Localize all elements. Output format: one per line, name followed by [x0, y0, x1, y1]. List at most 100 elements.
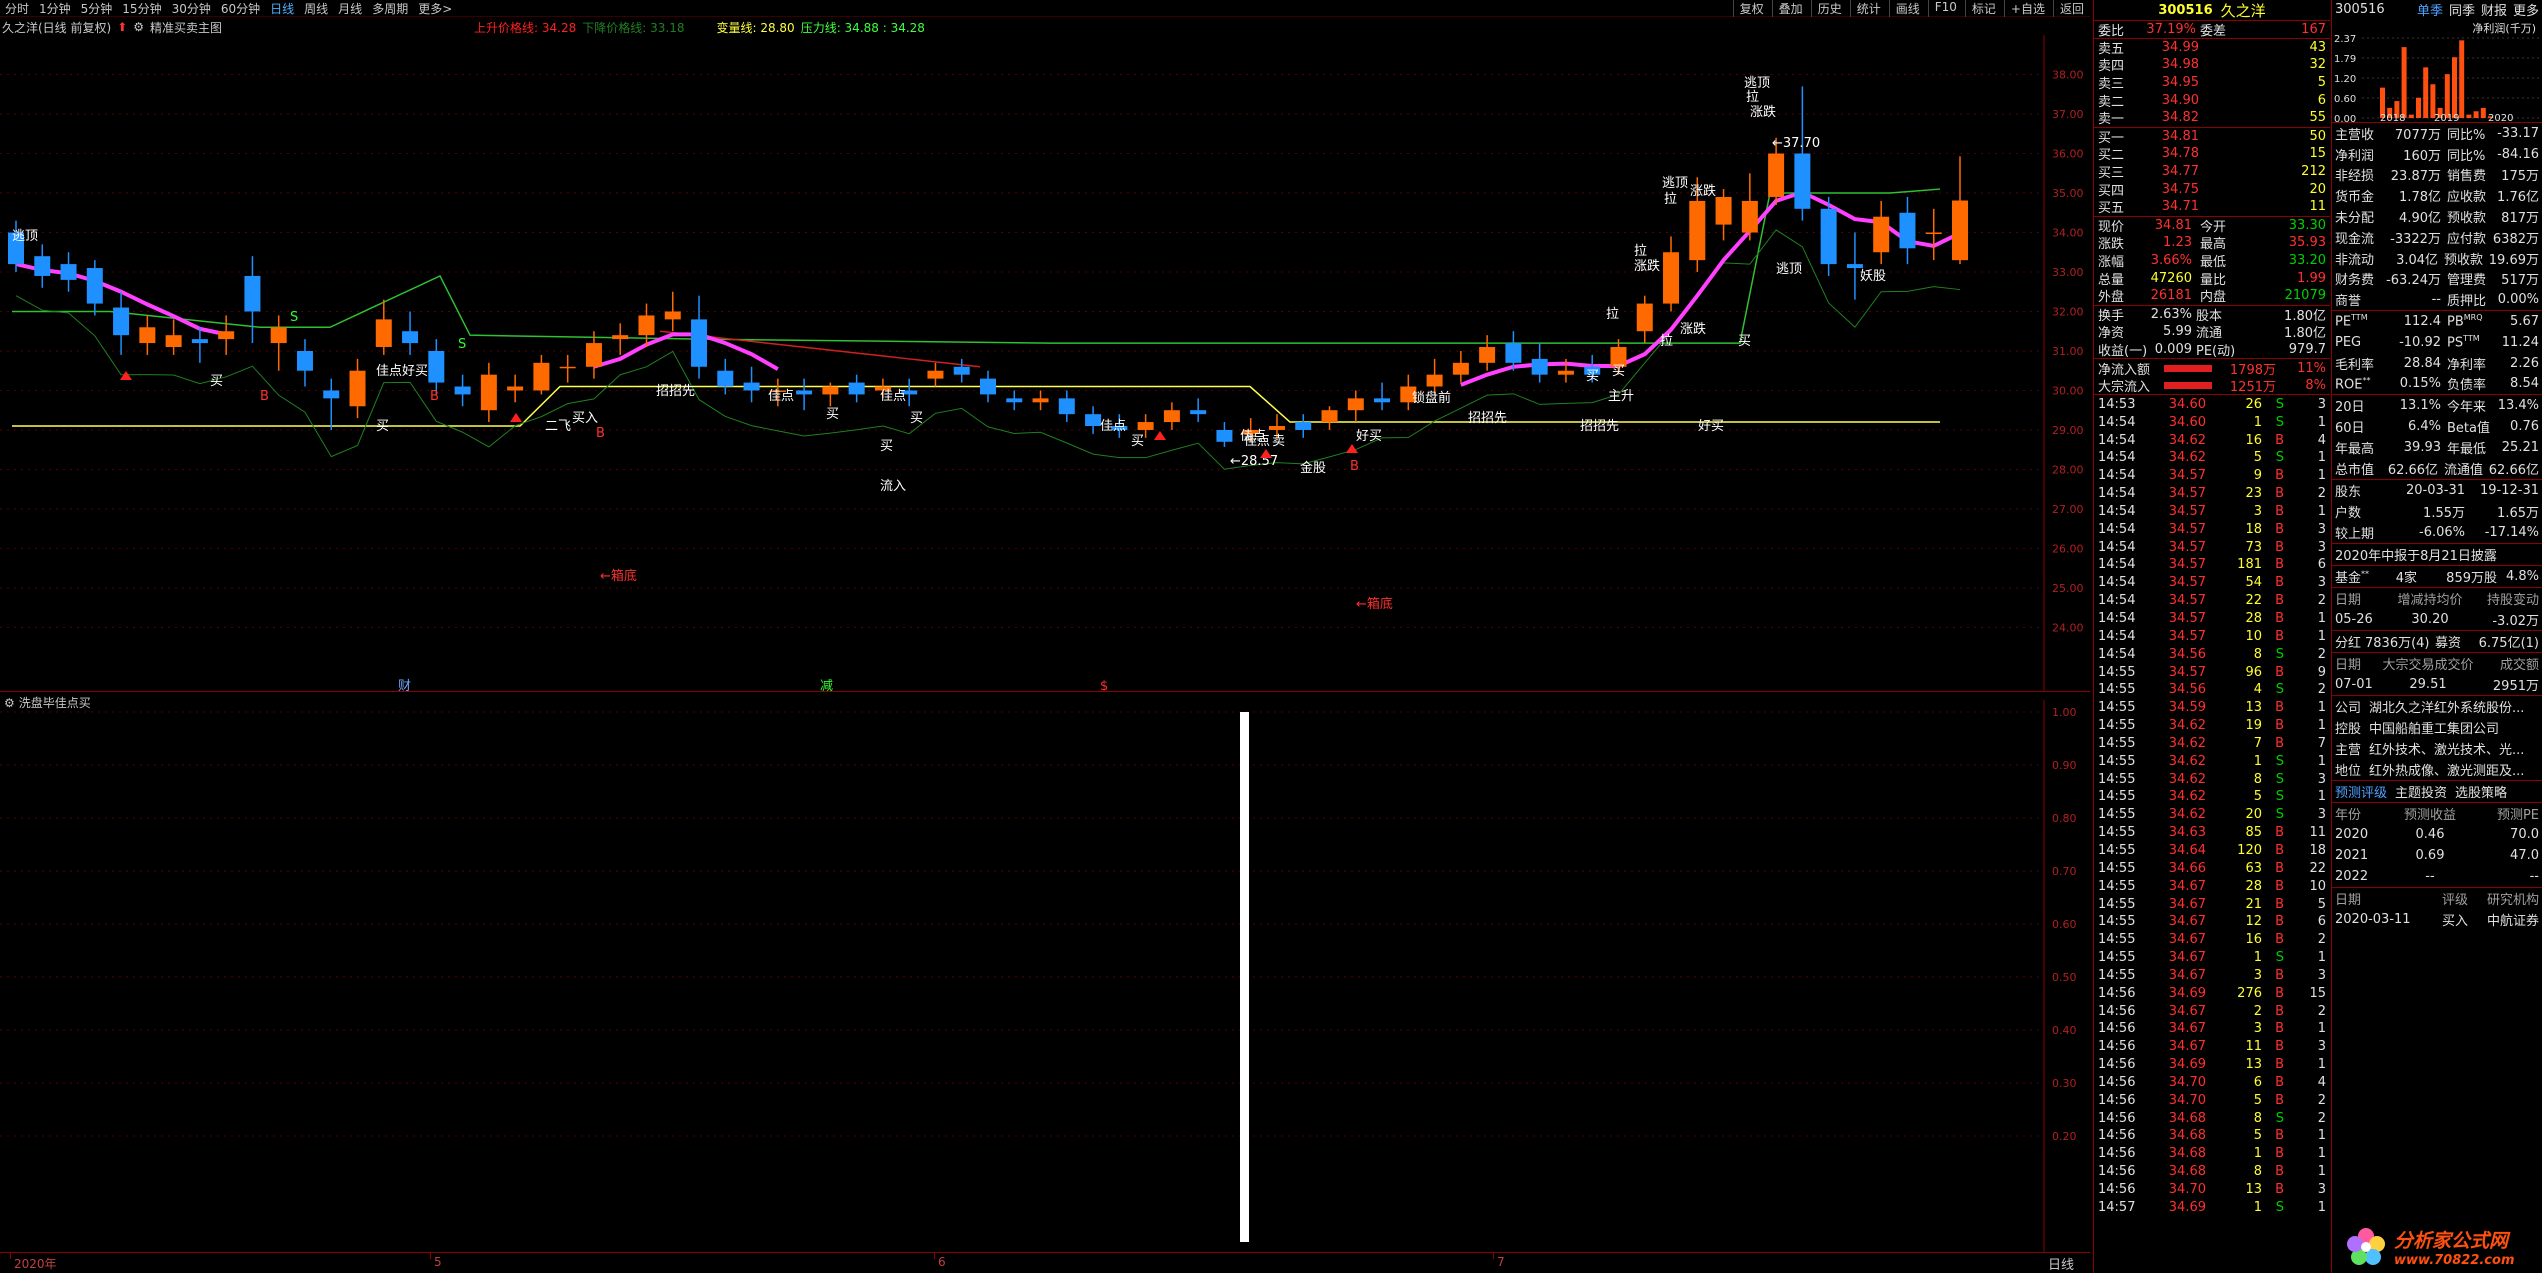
sub-axis-label: 0.90 — [2052, 759, 2077, 772]
kline-main-chart[interactable]: 38.00 37.00 36.00 35.00 34.00 33.00 32.00 31.00… — [0, 35, 2090, 691]
date-axis-label: 6 — [938, 1255, 946, 1269]
f10-link[interactable]: 主题投资 — [2395, 782, 2447, 801]
tick-time: 14:55 — [2098, 771, 2136, 787]
f10-link[interactable]: 选股策略 — [2455, 782, 2507, 801]
perf-value: 39.93 — [2403, 440, 2441, 456]
tick-price: 34.57 — [2168, 557, 2206, 573]
toolbar-button[interactable]: 返回 — [2052, 0, 2090, 17]
date-axis-label: 7 — [1497, 1255, 1505, 1269]
tick-volume: 2 — [2253, 1003, 2262, 1019]
rating-head-cell: 研究机构 — [2486, 893, 2539, 909]
finance-value: -84.16 — [2497, 146, 2539, 162]
forecast-cell: -- — [2425, 869, 2435, 885]
tick-list[interactable]: 14:53 34.60 26 S 3 14:54 34.60 1 S 1 14:54 34.62 16 B… — [2094, 394, 2330, 1216]
f10-tab[interactable]: 更多 — [2513, 0, 2539, 19]
flow-row: 大宗流入 1251万 8% — [2094, 377, 2330, 395]
period-tab[interactable]: 60分钟 — [218, 0, 263, 17]
tick-direction: S — [2275, 789, 2284, 805]
toolbar-button[interactable]: 复权 — [1732, 0, 1770, 17]
tick-row: 14:55 34.57 96 B 9 — [2094, 663, 2330, 681]
candle-body — [86, 268, 103, 304]
finance-value: 1.76亿 — [2497, 190, 2539, 206]
tick-count: 1 — [2317, 718, 2326, 734]
formula-name[interactable]: 精准买卖主图 — [150, 19, 222, 36]
finance-value: 160万 — [2403, 148, 2441, 164]
tick-volume: 23 — [2245, 486, 2262, 502]
tick-direction: S — [2275, 1199, 2284, 1215]
f10-tab[interactable]: 单季 — [2417, 0, 2443, 19]
finance-value: 1.78亿 — [2399, 190, 2441, 206]
tick-time: 14:54 — [2098, 414, 2136, 430]
tick-volume: 11 — [2245, 1039, 2262, 1055]
toolbar-button[interactable]: 历史 — [1810, 0, 1848, 17]
perf-value: 25.21 — [2501, 440, 2539, 456]
toolbar-button[interactable]: 标记 — [1964, 0, 2002, 17]
tick-time: 14:56 — [2098, 1182, 2136, 1198]
tick-price: 34.69 — [2168, 985, 2206, 1001]
company-label: 控股 — [2335, 722, 2362, 738]
tick-row: 14:56 34.70 6 B 4 — [2094, 1074, 2330, 1092]
tick-direction: B — [2275, 1021, 2284, 1037]
tick-count: 1 — [2317, 628, 2326, 644]
perf-label-text: 60日 — [2335, 421, 2365, 437]
sub-axis-label: 0.40 — [2052, 1024, 2077, 1037]
tick-count: 2 — [2317, 646, 2326, 662]
period-tab[interactable]: 周线 — [301, 0, 331, 17]
tick-price: 34.60 — [2168, 396, 2206, 412]
sub-axis-label: 0.60 — [2052, 918, 2077, 931]
ask-row: 卖四 34.98 32 — [2094, 56, 2330, 74]
tick-volume: 13 — [2245, 1182, 2262, 1198]
tick-row: 14:56 34.67 3 B 1 — [2094, 1020, 2330, 1038]
period-tab[interactable]: 多周期 — [369, 0, 411, 17]
tick-volume: 120 — [2237, 842, 2262, 858]
toolbar-button[interactable]: F10 — [1927, 0, 1963, 17]
tick-volume: 1 — [2253, 753, 2262, 769]
flow-label: 净流入额 — [2098, 362, 2151, 378]
stat-label: 换手 — [2098, 308, 2125, 324]
period-label[interactable]: 日线 — [2048, 1254, 2074, 1273]
f10-link[interactable]: 预测评级 — [2335, 782, 2387, 801]
settings-icon[interactable]: ⚙ — [133, 20, 144, 34]
period-tab[interactable]: 15分钟 — [119, 0, 164, 17]
toolbar-button[interactable]: 叠加 — [1771, 0, 1809, 17]
finance-label-text: 同比% — [2447, 127, 2486, 143]
f10-tab[interactable]: 财报 — [2481, 0, 2507, 19]
period-tab[interactable]: 1分钟 — [36, 0, 74, 17]
tick-row: 14:57 34.69 1 S 1 — [2094, 1198, 2330, 1216]
finance-label-text: 同比% — [2447, 148, 2486, 164]
candle-body — [1531, 358, 1548, 375]
finance-value: -- — [2431, 292, 2441, 308]
period-tab[interactable]: 30分钟 — [169, 0, 214, 17]
toolbar-button[interactable]: 统计 — [1849, 0, 1887, 17]
tick-count: 1 — [2317, 450, 2326, 466]
ask-label: 卖三 — [2098, 77, 2125, 93]
period-tab[interactable]: 5分钟 — [78, 0, 116, 17]
toolbar-button[interactable]: +自选 — [2003, 0, 2051, 17]
period-tab[interactable]: 分时 — [2, 0, 32, 17]
tick-time: 14:55 — [2098, 700, 2136, 716]
indicator-up-icon[interactable]: ⬆ — [117, 20, 127, 34]
toolbar-button[interactable]: 画线 — [1888, 0, 1926, 17]
candle-body — [165, 335, 182, 348]
tick-time: 14:56 — [2098, 985, 2136, 1001]
ask-label: 卖一 — [2098, 112, 2125, 128]
tick-count: 1 — [2317, 700, 2326, 716]
tick-count: 7 — [2317, 735, 2326, 751]
candle-body — [1479, 347, 1496, 363]
weibi-value: 37.19% — [2146, 21, 2196, 37]
period-tab[interactable]: 日线 — [267, 0, 297, 17]
tick-price: 34.66 — [2168, 860, 2206, 876]
chart-annotation: 买 — [376, 419, 389, 434]
sub-indicator-chart[interactable]: 1.00 0.90 0.80 0.70 0.60 0.50 0.40 0.30 0.20 — [0, 700, 2090, 1252]
candle-body — [1899, 212, 1916, 249]
rating-empty-row — [2332, 1044, 2542, 1063]
valuation-value: 0.15% — [2399, 376, 2441, 392]
f10-tab[interactable]: 同季 — [2449, 0, 2475, 19]
perf-value: 6.4% — [2407, 419, 2441, 435]
sub-axis-label: 0.80 — [2052, 812, 2077, 825]
tick-count: 4 — [2317, 1074, 2326, 1090]
tick-time: 14:54 — [2098, 468, 2136, 484]
stat-label: 股本 — [2196, 308, 2223, 324]
period-tab[interactable]: 月线 — [335, 0, 365, 17]
period-tab[interactable]: 更多> — [415, 0, 455, 17]
